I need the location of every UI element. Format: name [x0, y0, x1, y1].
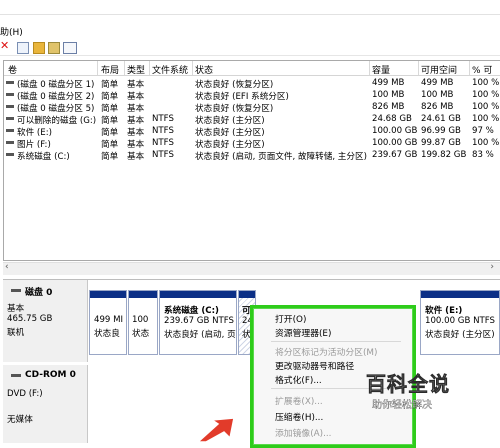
annotation-arrow-icon	[196, 418, 235, 442]
table-row[interactable]: (磁盘 0 磁盘分区 2) 简单 基本 状态良好 (EFI 系统分区) 100 …	[4, 89, 500, 102]
cdrom-info[interactable]: CD-ROM 0 DVD (F:) 无媒体	[3, 365, 88, 443]
watermark-title: 百科全说	[366, 372, 450, 397]
partition-software-e[interactable]: 软件 (E:) 100.00 GB NTFS 状态良好 (主分区)	[420, 290, 500, 355]
cdrom-media: 无媒体	[7, 415, 33, 425]
col-volume[interactable]: 卷	[8, 63, 17, 76]
volume-icon	[6, 129, 14, 132]
menu-explorer[interactable]: 资源管理器(E)	[275, 326, 331, 339]
disk0-state: 联机	[7, 328, 25, 338]
col-capacity[interactable]: 容量	[372, 63, 390, 76]
col-layout[interactable]: 布局	[101, 63, 119, 76]
scroll-left-icon[interactable]: ‹	[5, 262, 9, 272]
col-status[interactable]: 状态	[195, 63, 213, 76]
menu-shrink-volume[interactable]: 压缩卷(H)...	[275, 410, 323, 423]
volume-icon	[6, 141, 14, 144]
properties-icon[interactable]	[17, 42, 29, 54]
volume-list: 卷 布局 类型 文件系统 状态 容量 可用空间 % 可 (磁盘 0 磁盘分区 1…	[3, 60, 500, 261]
volume-icon	[6, 81, 14, 84]
volume-list-header: 卷 布局 类型 文件系统 状态 容量 可用空间 % 可	[4, 61, 500, 76]
disk0-info[interactable]: 磁盘 0 基本 465.75 GB 联机	[3, 280, 88, 362]
disk0-type: 基本	[7, 304, 25, 314]
partition-system-c[interactable]: 系统磁盘 (C:) 239.67 GB NTFS 状态良好 (启动, 页	[159, 290, 237, 355]
partition-recovery[interactable]: 499 MI 状态良	[89, 290, 127, 355]
volume-icon	[6, 117, 14, 120]
table-row[interactable]: 图片 (F:) 简单 基本 NTFS 状态良好 (主分区) 100.00 GB …	[4, 137, 500, 150]
table-row[interactable]: (磁盘 0 磁盘分区 5) 简单 基本 状态良好 (恢复分区) 826 MB 8…	[4, 101, 500, 114]
window-top-strip	[0, 0, 500, 15]
table-row[interactable]: 软件 (E:) 简单 基本 NTFS 状态良好 (主分区) 100.00 GB …	[4, 125, 500, 138]
menu-add-mirror: 添加镜像(A)...	[275, 429, 332, 439]
watermark: 百科全说 助你轻松解决	[360, 368, 460, 418]
wizard-icon[interactable]	[48, 42, 60, 54]
view-icon[interactable]	[63, 42, 77, 54]
disk0-size: 465.75 GB	[7, 314, 53, 324]
watermark-subtitle: 助你轻松解决	[372, 400, 432, 411]
scroll-right-icon[interactable]: ›	[490, 262, 494, 272]
table-row[interactable]: 可以删除的磁盘 (G:) 简单 基本 NTFS 状态良好 (主分区) 24.68…	[4, 113, 500, 126]
cdrom-icon	[11, 374, 21, 377]
col-percent[interactable]: % 可	[472, 63, 492, 76]
disk-icon	[11, 289, 21, 292]
col-filesystem[interactable]: 文件系统	[152, 63, 188, 76]
delete-icon[interactable]: ✕	[0, 39, 10, 52]
menu-open[interactable]: 打开(O)	[275, 312, 306, 325]
table-row[interactable]: 系统磁盘 (C:) 简单 基本 NTFS 状态良好 (启动, 页面文件, 故障转…	[4, 149, 500, 162]
menu-help[interactable]: 助(H)	[0, 25, 23, 38]
partition-efi[interactable]: 100 状态	[128, 290, 158, 355]
cdrom-name: CD-ROM 0	[25, 370, 76, 380]
table-row[interactable]: (磁盘 0 磁盘分区 1) 简单 基本 状态良好 (恢复分区) 499 MB 4…	[4, 77, 500, 90]
col-free[interactable]: 可用空间	[421, 63, 457, 76]
folder-icon[interactable]	[33, 42, 45, 54]
menu-format[interactable]: 格式化(F)...	[275, 373, 322, 386]
toolbar: ✕	[0, 39, 500, 56]
menu-extend-volume: 扩展卷(X)...	[275, 397, 323, 407]
volume-icon	[6, 105, 14, 108]
menu-separator	[271, 341, 401, 342]
horizontal-scrollbar[interactable]: ‹ ›	[3, 262, 500, 275]
menu-bar: 助(H)	[0, 24, 500, 38]
cdrom-type: DVD (F:)	[7, 389, 43, 399]
col-type[interactable]: 类型	[127, 63, 145, 76]
volume-icon	[6, 153, 14, 156]
menu-change-drive-letter[interactable]: 更改驱动器号和路径	[275, 359, 354, 372]
menu-mark-active: 将分区标记为活动分区(M)	[275, 348, 378, 358]
disk0-name: 磁盘 0	[25, 288, 53, 298]
volume-icon	[6, 93, 14, 96]
